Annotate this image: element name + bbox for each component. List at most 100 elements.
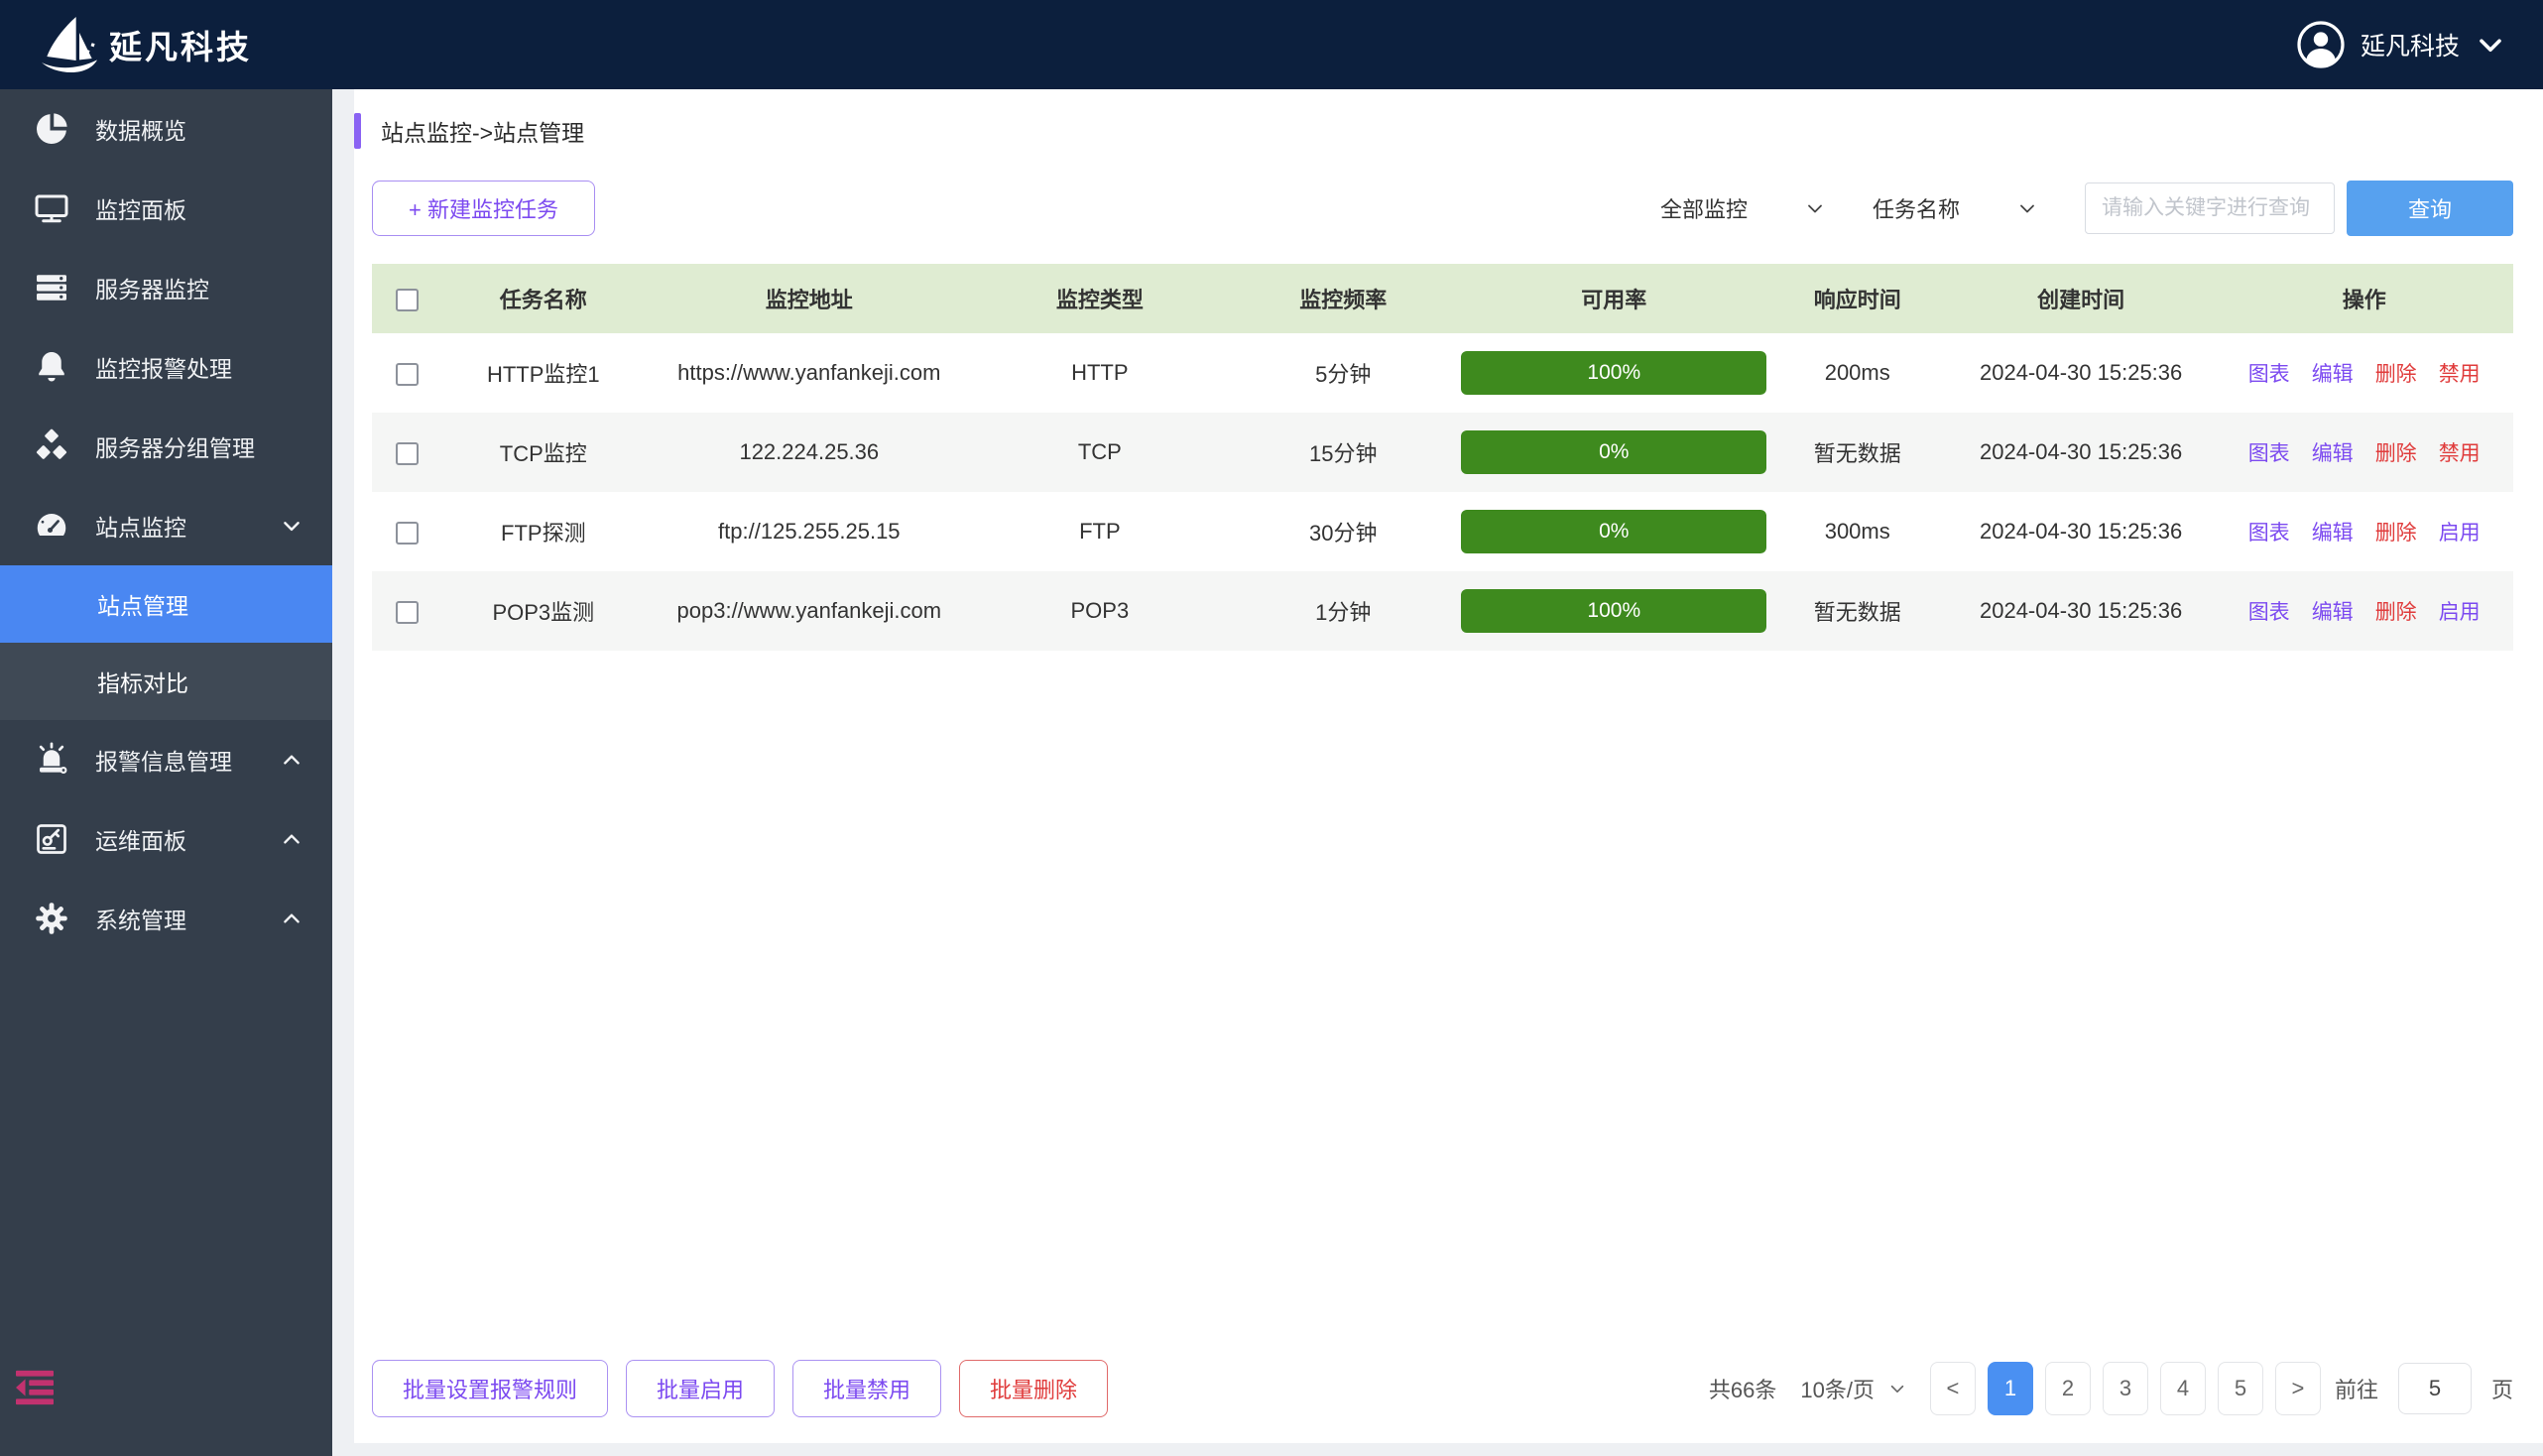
column-header: 可用率 [1460, 264, 1768, 333]
toggle-action-link[interactable]: 禁用 [2439, 363, 2481, 386]
next-page-button[interactable]: > [2275, 1362, 2321, 1415]
select-all-checkbox[interactable] [396, 289, 419, 311]
column-header: 监控地址 [646, 264, 974, 333]
chart-action-link[interactable]: 图表 [2248, 442, 2290, 465]
toolbar-filters: 全部监控 任务名称 查询 [1660, 181, 2513, 236]
cell-availability: 0% [1460, 492, 1768, 571]
cell-type: POP3 [973, 571, 1226, 651]
cubes-icon [32, 428, 71, 464]
siren-icon [32, 742, 71, 778]
chevron-up-icon [281, 749, 303, 771]
sidebar-item[interactable]: 系统管理 [0, 879, 332, 958]
row-checkbox[interactable] [396, 522, 419, 545]
brand-name: 延凡科技 [109, 21, 252, 68]
gauge-icon [32, 508, 71, 544]
prev-page-button[interactable]: < [1930, 1362, 1976, 1415]
sidebar-item-label: 服务器分组管理 [95, 429, 255, 463]
sidebar-subitem-active[interactable]: 站点管理 [0, 565, 332, 643]
cell-created-at: 2024-04-30 15:25:36 [1947, 333, 2216, 413]
table-header-row: 任务名称监控地址监控类型监控频率可用率响应时间创建时间操作 [372, 264, 2513, 333]
sidebar-item[interactable]: 站点监控 [0, 486, 332, 565]
column-header: 响应时间 [1768, 264, 1947, 333]
cell-frequency: 30分钟 [1227, 492, 1460, 571]
sidebar-item[interactable]: 服务器分组管理 [0, 407, 332, 486]
toolbar: + 新建监控任务 全部监控 任务名称 [372, 181, 2513, 236]
field-filter-select[interactable]: 任务名称 [1873, 192, 2037, 224]
availability-bar: 100% [1461, 589, 1766, 633]
cell-frequency: 1分钟 [1227, 571, 1460, 651]
delete-action-link[interactable]: 删除 [2375, 522, 2417, 545]
header-select-cell [372, 264, 441, 333]
cell-created-at: 2024-04-30 15:25:36 [1947, 492, 2216, 571]
user-menu[interactable]: 延凡科技 [2297, 21, 2505, 68]
sidebar-item[interactable]: 监控报警处理 [0, 327, 332, 407]
edit-action-link[interactable]: 编辑 [2312, 601, 2354, 624]
batch-actions: 批量设置报警规则批量启用批量禁用批量删除 [372, 1360, 1126, 1417]
page-button[interactable]: 2 [2045, 1362, 2091, 1415]
page-button[interactable]: 5 [2218, 1362, 2263, 1415]
ops-panel-icon [32, 821, 71, 857]
sidebar-item[interactable]: 报警信息管理 [0, 720, 332, 799]
chart-action-link[interactable]: 图表 [2248, 363, 2290, 386]
chevron-down-icon [2476, 30, 2505, 60]
cell-response-time: 暂无数据 [1768, 571, 1947, 651]
sidebar-subitem[interactable]: 指标对比 [0, 643, 332, 720]
field-filter-value: 任务名称 [1873, 192, 1960, 224]
cell-frequency: 5分钟 [1227, 333, 1460, 413]
delete-action-link[interactable]: 删除 [2375, 442, 2417, 465]
batch-enable-button[interactable]: 批量启用 [626, 1360, 775, 1417]
chart-action-link[interactable]: 图表 [2248, 601, 2290, 624]
toggle-action-link[interactable]: 禁用 [2439, 442, 2481, 465]
cell-task-name: FTP探测 [441, 492, 645, 571]
server-icon [32, 270, 71, 305]
row-checkbox[interactable] [396, 363, 419, 386]
pagination: 共66条 10条/页 <12345> 前往 页 [1709, 1362, 2513, 1415]
row-checkbox[interactable] [396, 442, 419, 465]
column-header: 操作 [2215, 264, 2513, 333]
sidebar-item[interactable]: 监控面板 [0, 169, 332, 248]
cell-response-time: 300ms [1768, 492, 1947, 571]
main-area: 站点监控->站点管理 + 新建监控任务 全部监控 任务名称 [332, 89, 2543, 1456]
sidebar-item[interactable]: 运维面板 [0, 799, 332, 879]
chevron-down-icon [1805, 198, 1825, 218]
delete-action-link[interactable]: 删除 [2375, 601, 2417, 624]
cell-created-at: 2024-04-30 15:25:36 [1947, 571, 2216, 651]
toggle-action-link[interactable]: 启用 [2439, 601, 2481, 624]
sidebar-item[interactable]: 数据概览 [0, 89, 332, 169]
cell-task-name: HTTP监控1 [441, 333, 645, 413]
chevron-down-icon [281, 515, 303, 537]
goto-page-input[interactable] [2398, 1363, 2472, 1414]
chart-action-link[interactable]: 图表 [2248, 522, 2290, 545]
monitor-filter-value: 全部监控 [1660, 192, 1748, 224]
cell-availability: 0% [1460, 413, 1768, 492]
query-button[interactable]: 查询 [2347, 181, 2513, 236]
edit-action-link[interactable]: 编辑 [2312, 363, 2354, 386]
new-task-button[interactable]: + 新建监控任务 [372, 181, 595, 236]
availability-bar: 0% [1461, 430, 1766, 474]
avatar [2297, 21, 2345, 68]
batch-alarm-rules-button[interactable]: 批量设置报警规则 [372, 1360, 608, 1417]
batch-delete-button[interactable]: 批量删除 [959, 1360, 1108, 1417]
cell-address: ftp://125.255.25.15 [646, 492, 974, 571]
column-header: 监控类型 [973, 264, 1226, 333]
goto-label: 前往 [2335, 1373, 2378, 1404]
sidebar-item-label: 系统管理 [95, 902, 186, 935]
sidebar-item[interactable]: 服务器监控 [0, 248, 332, 327]
monitor-filter-select[interactable]: 全部监控 [1660, 192, 1825, 224]
app: 延凡科技 延凡科技 数据概览监控面板服务器监控监控报警处理服务器分组管理站点监控… [0, 0, 2543, 1456]
row-checkbox[interactable] [396, 601, 419, 624]
page-size-select[interactable]: 10条/页 [1800, 1373, 1906, 1404]
edit-action-link[interactable]: 编辑 [2312, 442, 2354, 465]
batch-disable-button[interactable]: 批量禁用 [792, 1360, 941, 1417]
search-input[interactable] [2085, 182, 2335, 234]
page-button[interactable]: 4 [2160, 1362, 2206, 1415]
page-button[interactable]: 1 [1988, 1362, 2033, 1415]
edit-action-link[interactable]: 编辑 [2312, 522, 2354, 545]
cell-type: HTTP [973, 333, 1226, 413]
collapse-menu-icon[interactable] [12, 1369, 58, 1406]
toggle-action-link[interactable]: 启用 [2439, 522, 2481, 545]
page-button[interactable]: 3 [2103, 1362, 2148, 1415]
delete-action-link[interactable]: 删除 [2375, 363, 2417, 386]
cell-task-name: POP3监测 [441, 571, 645, 651]
cell-select [372, 571, 441, 651]
